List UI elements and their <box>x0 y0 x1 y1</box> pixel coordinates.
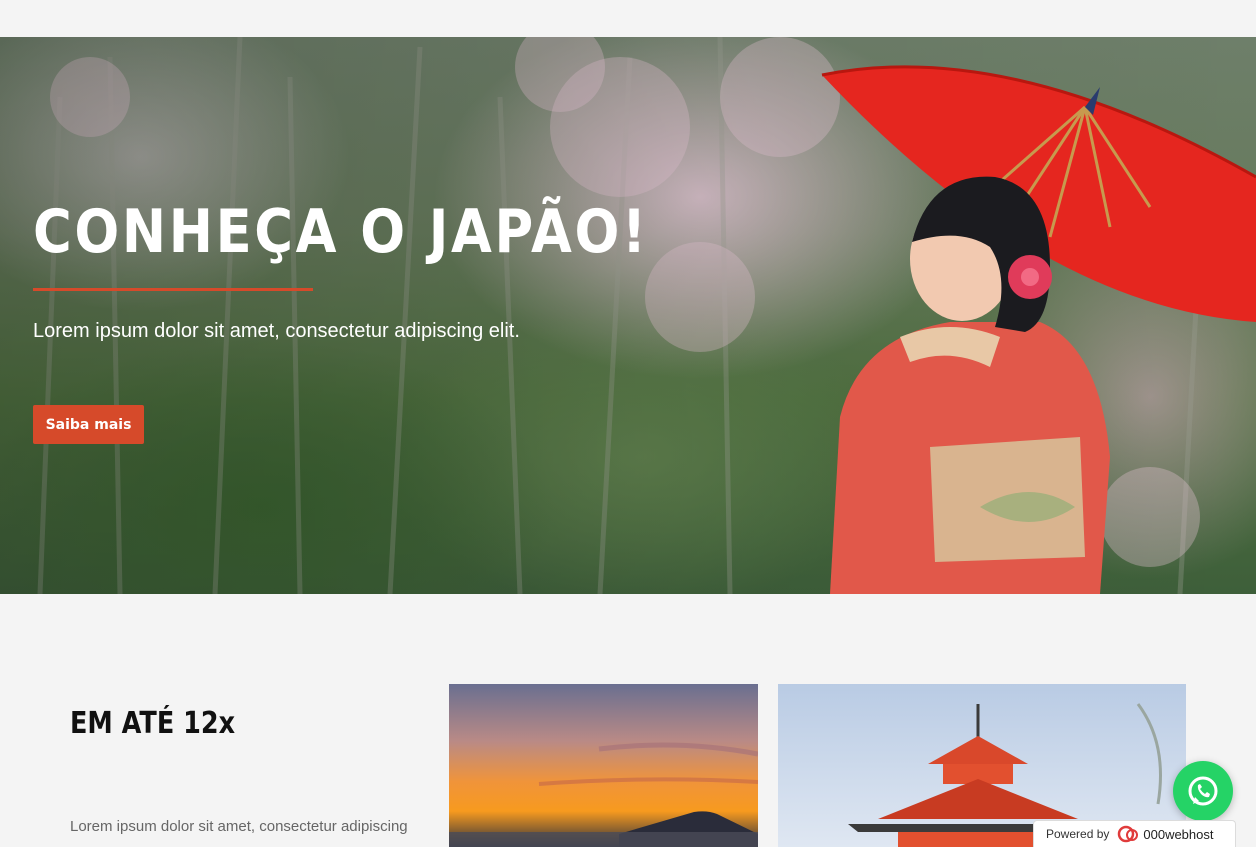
learn-more-button[interactable]: Saiba mais <box>33 405 144 444</box>
webhost-name: 000webhost <box>1143 826 1214 842</box>
woman-with-umbrella-photo <box>821 65 1256 594</box>
powered-by-badge[interactable]: Powered by 000webhost <box>1033 820 1236 847</box>
whatsapp-icon <box>1188 776 1218 806</box>
hero-title: CONHEÇA O JAPÃO! <box>33 197 649 267</box>
powered-by-label: Powered by <box>1046 827 1110 841</box>
hero-banner: CONHEÇA O JAPÃO! Lorem ipsum dolor sit a… <box>0 37 1256 594</box>
promo-text: Lorem ipsum dolor sit amet, consectetur … <box>70 818 408 835</box>
top-bar <box>0 0 1256 37</box>
webhost-logo-icon <box>1118 825 1139 843</box>
mount-fuji-photo <box>449 684 758 847</box>
whatsapp-button[interactable] <box>1173 761 1233 821</box>
hero-subtitle: Lorem ipsum dolor sit amet, consectetur … <box>33 320 520 342</box>
promo-title: EM ATÉ 12x <box>70 706 236 741</box>
hero-divider <box>33 288 313 291</box>
